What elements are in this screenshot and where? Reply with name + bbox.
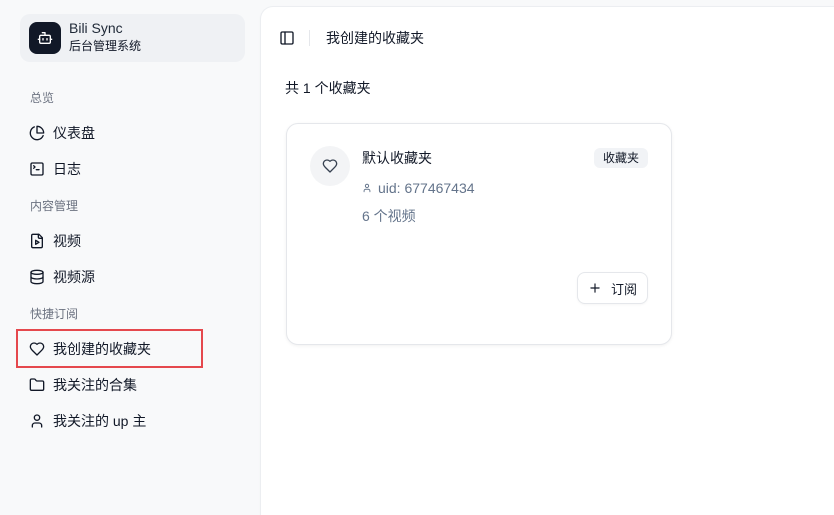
favorite-card: 默认收藏夹 收藏夹 uid: 677467434 6 个视频 订阅 — [286, 123, 672, 345]
database-icon — [30, 269, 44, 285]
sidebar-item-label: 视频源 — [53, 269, 95, 285]
sidebar-nav: 总览 仪表盘 日志 内容管理 视频 视频源 快捷订阅 我创建的收藏夹 我关注的合… — [0, 79, 260, 439]
sidebar-item-label: 我关注的合集 — [53, 377, 137, 393]
panel-left-icon — [280, 31, 294, 45]
file-video-icon — [31, 233, 43, 249]
sidebar-item-followed-collections[interactable]: 我关注的合集 — [0, 367, 260, 403]
user-icon — [31, 414, 43, 428]
favorite-uid: uid: 677467434 — [378, 180, 475, 196]
app-name: Bili Sync — [69, 20, 123, 36]
bot-icon — [37, 31, 53, 44]
breadcrumb-page: 我创建的收藏夹 — [326, 30, 424, 46]
sidebar: Bili Sync 后台管理系统 总览 仪表盘 日志 内容管理 视频 视频源 快… — [0, 0, 260, 515]
terminal-icon — [30, 162, 44, 176]
folder-icon — [29, 378, 45, 391]
header-separator — [309, 30, 310, 46]
group-label-overview: 总览 — [30, 90, 55, 105]
sidebar-toggle-button[interactable] — [273, 24, 301, 52]
heart-icon — [322, 159, 338, 173]
sidebar-item-videos[interactable]: 视频 — [0, 223, 260, 259]
sidebar-item-label: 日志 — [53, 161, 81, 177]
app-subtitle: 后台管理系统 — [69, 39, 142, 53]
heart-icon — [29, 342, 45, 356]
video-count: 6 个视频 — [362, 208, 416, 224]
plus-icon — [590, 283, 600, 293]
favorites-count: 共 1 个收藏夹 — [285, 80, 371, 96]
sidebar-item-label: 我关注的 up 主 — [53, 413, 147, 429]
sidebar-item-label: 视频 — [53, 233, 81, 249]
brand-card[interactable]: Bili Sync 后台管理系统 — [20, 14, 245, 62]
favorite-title: 默认收藏夹 — [362, 150, 432, 166]
user-icon — [362, 183, 372, 193]
app-logo — [29, 22, 61, 54]
subscribe-button[interactable]: 订阅 — [577, 272, 648, 304]
favorite-avatar — [310, 146, 350, 186]
sidebar-item-video-sources[interactable]: 视频源 — [0, 259, 260, 295]
sidebar-item-label: 仪表盘 — [53, 125, 95, 141]
user-icon — [363, 183, 371, 193]
group-label-quick-subscribe: 快捷订阅 — [30, 306, 79, 321]
sidebar-item-followed-uploaders[interactable]: 我关注的 up 主 — [0, 403, 260, 439]
sidebar-item-label: 我创建的收藏夹 — [53, 341, 151, 357]
group-label-content: 内容管理 — [30, 198, 79, 213]
sidebar-item-dashboard[interactable]: 仪表盘 — [0, 115, 260, 151]
sidebar-item-my-favorites[interactable]: 我创建的收藏夹 — [0, 331, 260, 367]
subscribe-button-label: 订阅 — [610, 281, 637, 297]
type-badge: 收藏夹 — [594, 148, 648, 168]
sidebar-item-logs[interactable]: 日志 — [0, 151, 260, 187]
main-panel: 我创建的收藏夹 共 1 个收藏夹 默认收藏夹 收藏夹 uid: 67746743… — [261, 7, 834, 515]
pie-chart-icon — [29, 125, 45, 141]
